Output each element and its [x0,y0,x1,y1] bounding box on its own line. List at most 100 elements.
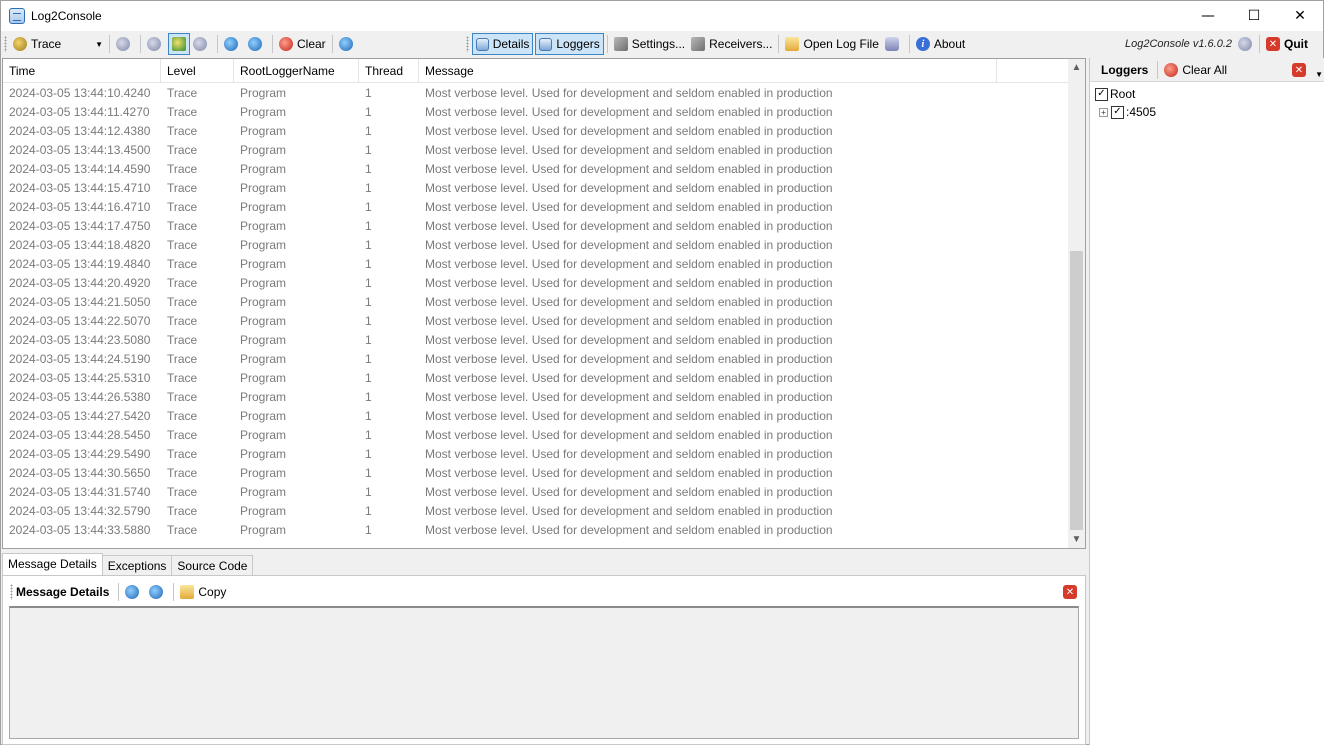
details-zoom-out-button[interactable] [146,581,170,603]
cell-level: Trace [167,257,198,271]
maximize-button[interactable]: ☐ [1231,1,1277,31]
clear-all-button[interactable]: Clear All [1161,59,1230,81]
cell-level: Trace [167,181,198,195]
table-row[interactable]: 2024-03-05 13:44:32.5790 Trace Program 1 Mos… [3,502,1069,521]
scroll-up-icon[interactable]: ▲ [1068,59,1085,76]
table-row[interactable]: 2024-03-05 13:44:28.5450 Trace Program 1 Mos… [3,426,1069,445]
table-row[interactable]: 2024-03-05 13:44:15.4710 Trace Program 1 Mos… [3,179,1069,198]
root-checkbox[interactable]: ✓ [1095,87,1108,101]
zoom-in-button[interactable] [221,33,245,55]
receivers-button[interactable]: Receivers... [688,33,775,55]
search-button[interactable] [336,33,360,55]
column-header-level[interactable]: Level [161,59,234,83]
log-scrollbar[interactable]: ▲ ▼ [1068,59,1085,548]
toolbar-grip[interactable] [4,36,7,52]
tab-source-code[interactable]: Source Code [171,555,254,576]
cell-message: Most verbose level. Used for development… [425,523,833,537]
cell-thread: 1 [365,105,372,119]
about-button[interactable]: i About [913,33,968,55]
cell-time: 2024-03-05 13:44:28.5450 [9,428,151,442]
back-button[interactable] [144,33,168,55]
zoom-out-button[interactable] [245,33,269,55]
tree-node-child[interactable]: + ✓ :4505 [1095,103,1156,121]
level-dropdown[interactable]: Trace ▼ [10,34,106,54]
table-row[interactable]: 2024-03-05 13:44:12.4380 Trace Program 1 Mos… [3,122,1069,141]
table-row[interactable]: 2024-03-05 13:44:24.5190 Trace Program 1 Mos… [3,350,1069,369]
cell-level: Trace [167,124,198,138]
table-row[interactable]: 2024-03-05 13:44:29.5490 Trace Program 1 Mos… [3,445,1069,464]
tree-node-root[interactable]: ✓ Root [1095,85,1156,103]
column-header-thread[interactable]: Thread [359,59,419,83]
cell-thread: 1 [365,181,372,195]
table-row[interactable]: 2024-03-05 13:44:19.4840 Trace Program 1 Mos… [3,255,1069,274]
table-row[interactable]: 2024-03-05 13:44:18.4820 Trace Program 1 Mos… [3,236,1069,255]
log-list[interactable]: Time Level RootLoggerName Thread Message… [2,58,1086,549]
cell-level: Trace [167,295,198,309]
cell-level: Trace [167,447,198,461]
about-label: About [933,37,966,51]
log-header: Time Level RootLoggerName Thread Message [3,59,1069,83]
table-row[interactable]: 2024-03-05 13:44:33.5880 Trace Program 1 Mos… [3,521,1069,540]
close-loggers-icon[interactable]: ✕ [1292,63,1306,77]
copy-button[interactable]: Copy [177,581,229,603]
column-header-time[interactable]: Time [3,59,161,83]
table-row[interactable]: 2024-03-05 13:44:25.5310 Trace Program 1 Mos… [3,369,1069,388]
loggers-toggle-button[interactable]: Loggers [535,33,604,55]
table-row[interactable]: 2024-03-05 13:44:30.5650 Trace Program 1 Mos… [3,464,1069,483]
column-header-message[interactable]: Message [419,59,997,83]
clear-all-icon [1164,62,1179,77]
scrollbar-thumb[interactable] [1070,251,1083,530]
separator [118,583,120,601]
separator [331,35,333,53]
table-row[interactable]: 2024-03-05 13:44:22.5070 Trace Program 1 Mos… [3,312,1069,331]
table-row[interactable]: 2024-03-05 13:44:27.5420 Trace Program 1 Mos… [3,407,1069,426]
title-bar: Log2Console — ☐ ✕ [1,1,1323,31]
toolbar-grip[interactable] [10,584,13,600]
settings-label: Settings... [631,37,686,51]
details-toggle-button[interactable]: Details [471,33,534,55]
details-zoom-in-button[interactable] [122,581,146,603]
auto-scroll-button[interactable] [168,33,190,55]
toolbar-grip[interactable] [465,36,469,52]
cell-level: Trace [167,200,198,214]
receivers-label: Receivers... [709,37,773,51]
table-row[interactable]: 2024-03-05 13:44:10.4240 Trace Program 1 Mos… [3,84,1069,103]
cell-level: Trace [167,238,198,252]
open-log-file-button[interactable]: Open Log File [782,33,881,55]
cell-message: Most verbose level. Used for development… [425,143,833,157]
robot-button[interactable] [882,33,906,55]
close-details-icon[interactable]: ✕ [1063,585,1077,599]
cell-level: Trace [167,352,198,366]
table-row[interactable]: 2024-03-05 13:44:17.4750 Trace Program 1 Mos… [3,217,1069,236]
table-row[interactable]: 2024-03-05 13:44:31.5740 Trace Program 1 Mos… [3,483,1069,502]
scroll-down-icon[interactable]: ▼ [1068,531,1085,548]
chevron-down-icon[interactable]: ▼ [1315,70,1323,79]
table-row[interactable]: 2024-03-05 13:44:23.5080 Trace Program 1 Mos… [3,331,1069,350]
quit-button[interactable]: ✕ Quit [1263,33,1311,55]
minimize-button[interactable]: — [1185,1,1231,31]
close-button[interactable]: ✕ [1277,1,1323,31]
table-row[interactable]: 2024-03-05 13:44:13.4500 Trace Program 1 Mos… [3,141,1069,160]
cell-root-logger: Program [240,162,287,176]
expand-icon[interactable]: + [1099,107,1108,117]
table-row[interactable]: 2024-03-05 13:44:21.5050 Trace Program 1 Mos… [3,293,1069,312]
child-checkbox[interactable]: ✓ [1111,105,1124,119]
tab-exceptions[interactable]: Exceptions [101,555,173,576]
message-details-text[interactable] [9,606,1079,739]
table-row[interactable]: 2024-03-05 13:44:11.4270 Trace Program 1 Mos… [3,103,1069,122]
table-row[interactable]: 2024-03-05 13:44:20.4920 Trace Program 1 Mos… [3,274,1069,293]
settings-button[interactable]: Settings... [611,33,688,55]
table-row[interactable]: 2024-03-05 13:44:26.5380 Trace Program 1 Mos… [3,388,1069,407]
separator [140,35,141,53]
refresh-icon [172,37,186,51]
clear-button[interactable]: Clear [276,33,329,55]
cell-thread: 1 [365,295,372,309]
tab-message-details[interactable]: Message Details [2,553,103,576]
pause-button[interactable] [113,33,137,55]
table-row[interactable]: 2024-03-05 13:44:14.4590 Trace Program 1 Mos… [3,160,1069,179]
cell-message: Most verbose level. Used for development… [425,314,833,328]
forward-button[interactable] [190,33,214,55]
column-header-root-logger[interactable]: RootLoggerName [234,59,359,83]
cell-message: Most verbose level. Used for development… [425,504,833,518]
table-row[interactable]: 2024-03-05 13:44:16.4710 Trace Program 1 Mos… [3,198,1069,217]
